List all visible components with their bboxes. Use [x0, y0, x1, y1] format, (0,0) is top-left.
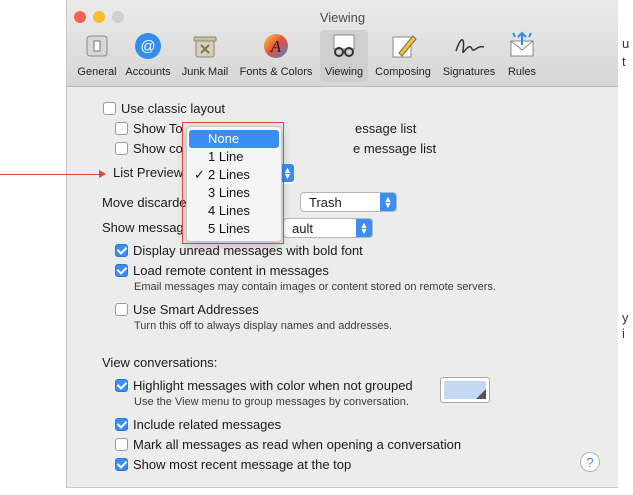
show-contact-photos-label: Show co [133, 141, 183, 156]
classic-layout-label: Use classic layout [121, 101, 226, 116]
move-discarded-popup[interactable]: Trash ▲ ▼ [300, 192, 397, 212]
edge-text-fragment: u [622, 36, 630, 51]
classic-layout-row[interactable]: Use classic layout [103, 101, 225, 116]
show-message-value: ault [292, 220, 313, 236]
annotation-arrow-head-icon [99, 170, 106, 178]
toolbar-composing-label: Composing [375, 66, 431, 78]
most-recent-top-checkbox[interactable] [115, 458, 128, 471]
mark-all-read-checkbox[interactable] [115, 438, 128, 451]
remote-content-row[interactable]: Load remote content in messages [115, 263, 329, 278]
show-contact-label-right: e message list [353, 141, 437, 156]
title-bar: Viewing General @ Accounts Junk Mail A F… [67, 0, 618, 87]
show-message-label: Show messag [102, 220, 184, 235]
show-contact-photos-checkbox[interactable] [115, 142, 128, 155]
mark-all-read-label: Mark all messages as read when opening a… [133, 437, 462, 452]
toolbar-junk-mail-label: Junk Mail [181, 66, 229, 78]
move-discarded-label: Move discarde [102, 195, 187, 210]
mark-all-read-row[interactable]: Mark all messages as read when opening a… [115, 437, 461, 452]
annotation-highlight-box [182, 122, 284, 244]
remote-content-label: Load remote content in messages [133, 263, 329, 278]
color-well-corner-icon [476, 389, 486, 399]
include-related-label: Include related messages [133, 417, 282, 432]
toolbar-fonts-colors-label: Fonts & Colors [239, 66, 313, 78]
svg-text:A: A [270, 37, 282, 56]
composing-icon [387, 30, 419, 62]
toolbar-accounts[interactable]: @ Accounts [122, 30, 174, 82]
toolbar-accounts-label: Accounts [125, 66, 171, 78]
show-to-cc-label-right: essage list [355, 121, 417, 136]
edge-text-fragment: t [622, 54, 626, 69]
include-related-row[interactable]: Include related messages [115, 417, 281, 432]
highlight-color-row[interactable]: Highlight messages with color when not g… [115, 378, 413, 393]
rules-icon [506, 30, 538, 62]
edge-text-fragment: y [622, 310, 629, 325]
smart-addresses-row[interactable]: Use Smart Addresses [115, 302, 259, 317]
toolbar-general-label: General [77, 66, 117, 78]
popup-chevron-icon: ▲ ▼ [380, 193, 396, 211]
highlight-color-well[interactable] [440, 377, 490, 403]
viewing-settings: Use classic layout Show To essage list S… [67, 87, 618, 487]
bold-font-row[interactable]: Display unread messages with bold font [115, 243, 363, 258]
highlight-color-swatch [444, 381, 486, 399]
smart-addresses-checkbox[interactable] [115, 303, 128, 316]
view-conversations-heading: View conversations: [102, 355, 218, 370]
smart-addresses-label: Use Smart Addresses [133, 302, 259, 317]
viewing-icon [328, 30, 360, 62]
classic-layout-checkbox[interactable] [103, 102, 116, 115]
toolbar-viewing-label: Viewing [324, 66, 364, 78]
remote-content-checkbox[interactable] [115, 264, 128, 277]
signatures-icon [453, 30, 485, 62]
toolbar-rules[interactable]: Rules [504, 30, 540, 82]
show-to-cc-label: Show To [133, 121, 183, 136]
highlight-color-checkbox[interactable] [115, 379, 128, 392]
accounts-icon: @ [132, 30, 164, 62]
list-preview-label: List Preview [113, 165, 184, 180]
highlight-color-note: Use the View menu to group messages by c… [134, 396, 409, 408]
junk-mail-icon [189, 30, 221, 62]
bold-font-label: Display unread messages with bold font [133, 243, 363, 258]
move-discarded-value: Trash [309, 194, 342, 210]
show-contact-photos-row[interactable]: Show co [115, 141, 183, 156]
toolbar-fonts-colors[interactable]: A Fonts & Colors [236, 30, 316, 82]
most-recent-top-row[interactable]: Show most recent message at the top [115, 457, 351, 472]
toolbar-general[interactable]: General [75, 30, 119, 82]
help-button[interactable]: ? [580, 452, 600, 472]
toolbar-junk-mail[interactable]: Junk Mail [178, 30, 232, 82]
show-to-cc-checkbox[interactable] [115, 122, 128, 135]
toolbar-viewing[interactable]: Viewing [320, 30, 368, 82]
general-icon [81, 30, 113, 62]
edge-text-fragment: i [622, 326, 625, 341]
fonts-colors-icon: A [260, 30, 292, 62]
annotation-arrow [0, 174, 101, 175]
remote-content-note: Email messages may contain images or con… [134, 281, 496, 293]
smart-addresses-note: Turn this off to always display names an… [134, 320, 393, 332]
toolbar-composing[interactable]: Composing [372, 30, 434, 82]
bold-font-checkbox[interactable] [115, 244, 128, 257]
include-related-checkbox[interactable] [115, 418, 128, 431]
most-recent-top-label: Show most recent message at the top [133, 457, 352, 472]
preferences-window: Viewing General @ Accounts Junk Mail A F… [66, 0, 618, 488]
popup-chevron-icon: ▲ ▼ [356, 219, 372, 237]
toolbar-rules-label: Rules [507, 66, 537, 78]
window-title: Viewing [319, 10, 366, 25]
toolbar-signatures[interactable]: Signatures [438, 30, 500, 82]
highlight-color-label: Highlight messages with color when not g… [133, 378, 413, 393]
toolbar-signatures-label: Signatures [442, 66, 496, 78]
svg-text:@: @ [140, 38, 155, 55]
show-to-cc-row[interactable]: Show To [115, 121, 183, 136]
show-message-popup[interactable]: ault ▲ ▼ [283, 218, 373, 238]
